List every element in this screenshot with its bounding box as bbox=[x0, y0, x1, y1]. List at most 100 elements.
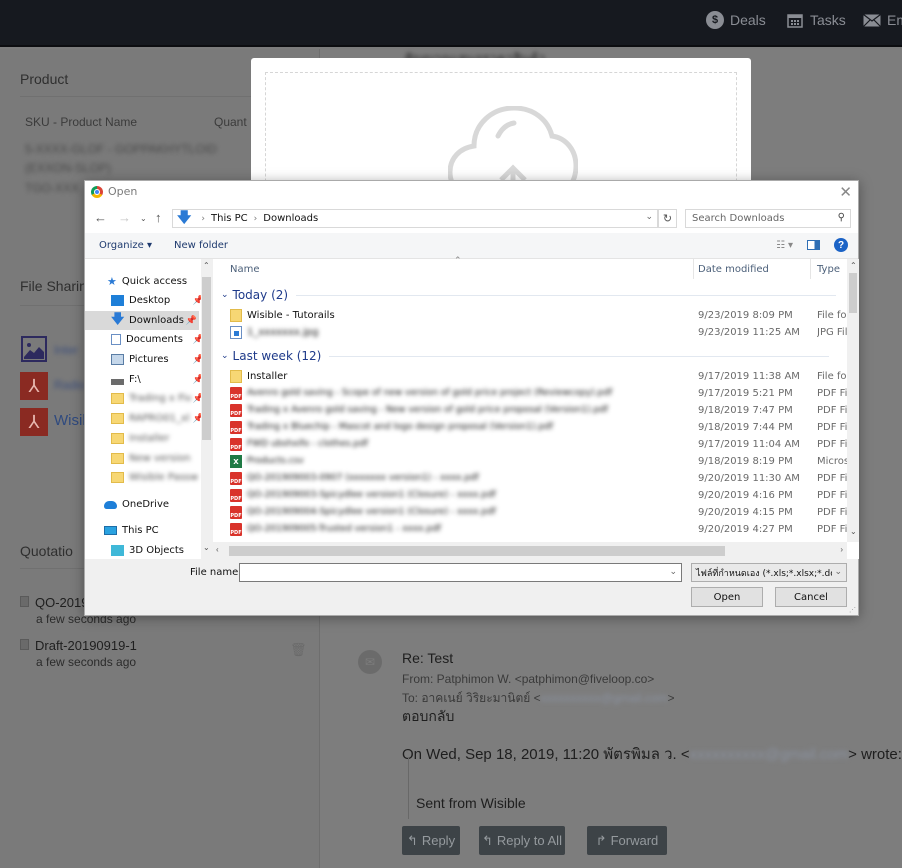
forward-arrow-icon[interactable]: → bbox=[118, 210, 131, 225]
file-date: 9/18/2019 7:44 PM bbox=[698, 422, 793, 433]
file-type: Microsoft Excel bbox=[817, 456, 847, 467]
chevron-down-icon[interactable]: ⌄ bbox=[645, 212, 653, 222]
resize-grip-icon[interactable]: ⋰ bbox=[849, 606, 856, 614]
column-header-name[interactable]: Name bbox=[230, 264, 260, 275]
open-button[interactable]: Open bbox=[691, 587, 763, 607]
quotation-item[interactable]: Draft-20190919-1 a few seconds ago bbox=[20, 637, 137, 669]
file-date: 9/17/2019 5:21 PM bbox=[698, 388, 793, 399]
nav-deals[interactable]: $ Deals bbox=[706, 11, 766, 29]
forward-button[interactable]: ↱ Forward bbox=[587, 826, 667, 855]
shared-file-link[interactable]: Inter bbox=[54, 343, 78, 357]
refresh-icon[interactable]: ↻ bbox=[658, 209, 677, 228]
col-quantity: Quant bbox=[214, 115, 247, 129]
file-row[interactable]: Installer 9/17/2019 11:38 AM File folder bbox=[230, 369, 847, 386]
quotation-name: Draft-20190919-1 bbox=[35, 638, 137, 653]
nav-3d-objects[interactable]: 3D Objects bbox=[111, 541, 206, 560]
breadcrumb-downloads[interactable]: Downloads bbox=[263, 213, 318, 224]
scrollbar-thumb[interactable] bbox=[229, 546, 725, 556]
nav-folder[interactable]: RAPRO01_xl 📌 bbox=[111, 409, 206, 428]
pdf-file-icon: PDF bbox=[230, 506, 242, 519]
scroll-up-icon[interactable]: ⌃ bbox=[850, 261, 857, 270]
nav-onedrive[interactable]: OneDrive bbox=[104, 495, 199, 514]
file-row[interactable]: PDF Trading x Avenro gold saving - New v… bbox=[230, 403, 847, 420]
file-row[interactable]: X Products.csv 9/18/2019 8:19 PM Microso… bbox=[230, 454, 847, 471]
column-header-type[interactable]: Type bbox=[817, 264, 840, 275]
nav-label: Installer bbox=[129, 433, 170, 444]
help-icon[interactable]: ? bbox=[834, 238, 848, 252]
file-row[interactable]: PDF QO-201909005-Trusted version1 - xxxx… bbox=[230, 522, 847, 539]
file-type-filter-select[interactable]: ไฟล์ที่กำหนดเอง (*.xls;*.xlsx;*.doc ⌄ bbox=[691, 563, 847, 582]
file-type: PDF File bbox=[817, 524, 847, 535]
file-row[interactable]: PDF Trading x Bluechip - Mascot and logo… bbox=[230, 420, 847, 437]
column-separator[interactable] bbox=[810, 259, 811, 279]
nav-label: Trading x Fiv bbox=[129, 393, 192, 404]
drive-icon bbox=[111, 378, 124, 385]
file-list-horizontal-scrollbar[interactable]: ‹ › bbox=[213, 542, 847, 559]
nav-quick-access[interactable]: ★ Quick access bbox=[107, 272, 202, 291]
file-name: QO-201909005-Trusted version1 - xxxx.pdf bbox=[247, 524, 441, 534]
search-placeholder: Search Downloads bbox=[692, 213, 785, 224]
nav-pictures[interactable]: Pictures 📌 bbox=[111, 350, 206, 369]
nav-pane-scrollbar[interactable]: ⌃ ⌄ bbox=[201, 259, 212, 559]
recent-locations-chevron-icon[interactable]: ⌄ bbox=[140, 214, 147, 223]
new-folder-button[interactable]: New folder bbox=[174, 240, 228, 251]
product-row-blurred: 5-XXXX-GLOF - GOPPAKHYTLOID bbox=[25, 142, 217, 156]
nav-folder[interactable]: New version bbox=[111, 449, 206, 468]
file-row[interactable]: PDF QO-201909003-Spicydlee version1 (Clo… bbox=[230, 488, 847, 505]
address-bar[interactable]: 🡇 › This PC › Downloads ⌄ bbox=[172, 209, 658, 228]
file-row[interactable]: PDF Avenro gold saving - Scope of new ve… bbox=[230, 386, 847, 403]
reply-icon: ↰ bbox=[406, 832, 418, 848]
scroll-right-icon[interactable]: › bbox=[840, 545, 843, 554]
file-row[interactable]: PDF QO-201909003-0907 (xxxxxxx version1)… bbox=[230, 471, 847, 488]
scrollbar-thumb[interactable] bbox=[202, 277, 211, 440]
nav-tasks[interactable]: Tasks bbox=[786, 11, 846, 29]
group-header-last-week[interactable]: ⌄ Last week (12) bbox=[221, 349, 830, 363]
column-separator[interactable] bbox=[693, 259, 694, 279]
up-arrow-icon[interactable]: ↑ bbox=[155, 210, 162, 225]
file-date: 9/20/2019 4:16 PM bbox=[698, 490, 793, 501]
quote-bar bbox=[408, 757, 409, 819]
group-header-today[interactable]: ⌄ Today (2) bbox=[221, 288, 837, 302]
reply-all-button[interactable]: ↰ Reply to All bbox=[479, 826, 565, 855]
nav-folder[interactable]: Wisible Passw bbox=[111, 468, 206, 487]
nav-drive-f[interactable]: F:\ 📌 bbox=[111, 370, 206, 389]
nav-desktop[interactable]: Desktop 📌 bbox=[111, 291, 206, 310]
back-arrow-icon[interactable]: ← bbox=[94, 210, 107, 225]
jpg-file-icon bbox=[230, 326, 242, 339]
view-options-icon[interactable]: ☷ ▾ bbox=[776, 240, 793, 251]
preview-pane-icon[interactable] bbox=[807, 240, 820, 250]
cancel-button[interactable]: Cancel bbox=[775, 587, 847, 607]
file-row[interactable]: PDF FWD ubshxifo - clothes.pdf 9/17/2019… bbox=[230, 437, 847, 454]
breadcrumb-this-pc[interactable]: This PC bbox=[211, 213, 248, 224]
nav-documents[interactable]: Documents 📌 bbox=[111, 330, 206, 349]
folder-icon bbox=[111, 453, 124, 464]
nav-this-pc[interactable]: This PC bbox=[104, 521, 199, 540]
file-row[interactable]: 1_xxxxxxx.jpg 9/23/2019 11:25 AM JPG Fil… bbox=[230, 325, 847, 342]
nav-downloads[interactable]: 🡇 Downloads 📌 bbox=[85, 311, 199, 330]
file-type: PDF File bbox=[817, 388, 847, 399]
reply-button[interactable]: ↰ Reply bbox=[402, 826, 460, 855]
scrollbar-thumb[interactable] bbox=[849, 273, 857, 313]
scroll-down-icon[interactable]: ⌄ bbox=[203, 543, 210, 552]
search-input[interactable]: Search Downloads ⚲ bbox=[685, 209, 851, 228]
trash-icon[interactable]: 🗑 bbox=[290, 642, 307, 658]
nav-label: Wisible Passw bbox=[129, 472, 199, 483]
organize-button[interactable]: Organize ▾ bbox=[99, 240, 152, 251]
close-icon[interactable]: ✕ bbox=[839, 183, 852, 201]
scroll-left-icon[interactable]: ‹ bbox=[216, 545, 219, 554]
scroll-down-icon[interactable]: ⌄ bbox=[850, 527, 857, 536]
file-row[interactable]: Wisible - Tutorails 9/23/2019 8:09 PM Fi… bbox=[230, 308, 847, 325]
file-list-vertical-scrollbar[interactable]: ⌃ ⌄ bbox=[847, 259, 859, 542]
nav-folder[interactable]: Trading x Fiv 📌 bbox=[111, 389, 206, 408]
scroll-up-icon[interactable]: ⌃ bbox=[203, 261, 210, 270]
nav-email[interactable]: Em bbox=[863, 11, 902, 29]
column-header-date-modified[interactable]: Date modified bbox=[698, 264, 769, 275]
dialog-titlebar[interactable]: Open ✕ bbox=[85, 181, 858, 205]
chevron-down-icon[interactable]: ⌄ bbox=[669, 566, 677, 577]
file-row[interactable]: PDF QO-201909004-Spicydlee version1 (Clo… bbox=[230, 505, 847, 522]
nav-folder[interactable]: Installer bbox=[111, 429, 206, 448]
shared-file-link[interactable]: Radio bbox=[54, 378, 85, 392]
nav-label: RAPRO01_xl bbox=[129, 413, 190, 424]
file-name-input[interactable]: ⌄ bbox=[239, 563, 682, 582]
file-date: 9/23/2019 11:25 AM bbox=[698, 327, 800, 338]
